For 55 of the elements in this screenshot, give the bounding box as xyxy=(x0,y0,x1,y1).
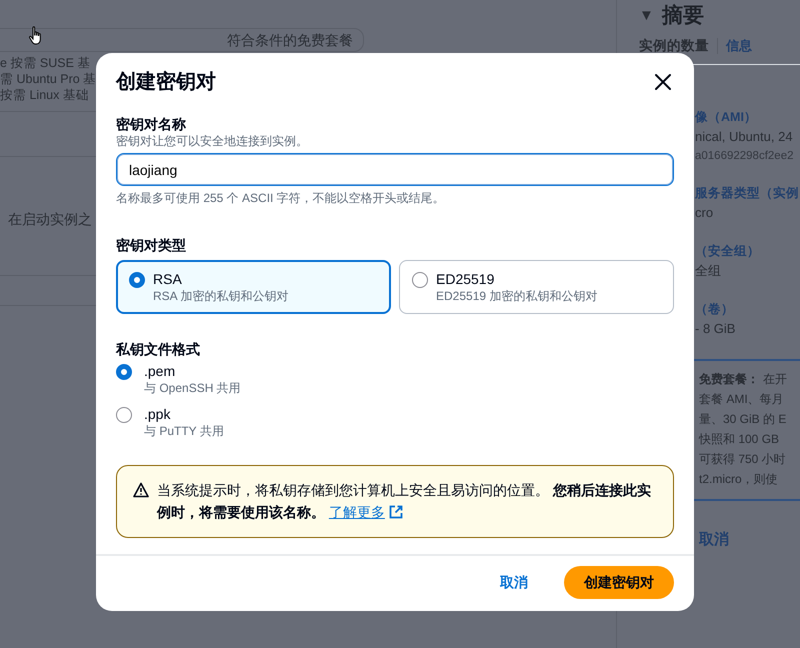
field-label: 密钥对名称 xyxy=(116,115,187,133)
key-name-input[interactable]: laojiang xyxy=(116,153,674,186)
summary-title: 摘要 xyxy=(662,2,704,29)
free-tier-text: 在开 xyxy=(763,372,787,386)
key-type-option[interactable]: RSA RSA 加密的私钥和公钥对 xyxy=(116,260,391,314)
summary-heading[interactable]: （卷） xyxy=(695,298,734,319)
cancel-button[interactable]: 取消 xyxy=(480,568,548,597)
external-link-icon xyxy=(388,505,403,519)
option-description: ED25519 加密的私钥和公钥对 xyxy=(436,288,598,304)
free-tier-label: 免费套餐： xyxy=(699,372,759,386)
radio-button[interactable] xyxy=(116,364,132,380)
group-label: 私钥文件格式 xyxy=(116,340,201,358)
learn-more-link[interactable]: 了解更多 xyxy=(328,504,403,520)
free-tier-text: 可获得 750 小时 xyxy=(699,452,786,466)
summary-heading[interactable]: 服务器类型（实例 xyxy=(695,182,799,203)
summary-heading[interactable]: 像（AMI） xyxy=(695,106,757,127)
collapse-toggle[interactable]: ▼ xyxy=(639,4,654,27)
key-type-option[interactable]: ED25519 ED25519 加密的私钥和公钥对 xyxy=(399,260,674,314)
summary-value: - 8 GiB xyxy=(695,320,736,338)
radio-button[interactable] xyxy=(116,407,132,423)
summary-value: cro xyxy=(695,204,714,222)
option-label: ED25519 xyxy=(436,270,496,288)
warning-text: 当系统提示时，将私钥存储到您计算机上安全且易访问的位置。 您稍后连接此实例时，将需要使用该名称。 了解更多 xyxy=(157,481,652,522)
option-description: 与 OpenSSH 共用 xyxy=(144,380,241,396)
cancel-link[interactable]: 取消 xyxy=(699,528,729,552)
option-label: .ppk xyxy=(144,405,172,423)
count-label: 实例的数量 xyxy=(639,36,709,54)
free-tier-text: 套餐 AMI、每月 xyxy=(699,392,784,406)
filter-field[interactable]: 符合条件的免费套餐 xyxy=(0,28,364,52)
option-description: RSA 加密的私钥和公钥对 xyxy=(153,288,288,304)
summary-value: nical, Ubuntu, 24 xyxy=(695,128,793,146)
field-hint: 名称最多可使用 255 个 ASCII 字符，不能以空格开头或结尾。 xyxy=(116,190,446,206)
option-description: 与 PuTTY 共用 xyxy=(144,423,224,439)
free-tier-text: t2.micro，则使 xyxy=(699,472,778,486)
pricing-text: e 按需 SUSE 基 xyxy=(0,55,90,71)
radio-button[interactable] xyxy=(129,272,145,288)
notice-text: 在启动实例之 xyxy=(7,210,92,229)
summary-value: 全组 xyxy=(695,262,721,280)
option-label: RSA xyxy=(153,270,183,288)
option-label: .pem xyxy=(144,362,176,380)
pricing-text: 按需 Linux 基础 xyxy=(0,87,89,103)
field-description: 密钥对让您可以安全地连接到实例。 xyxy=(116,133,309,149)
pricing-text: 需 Ubuntu Pro 基 xyxy=(0,71,96,87)
info-link[interactable]: 信息 xyxy=(726,36,752,56)
warning-icon xyxy=(133,482,149,498)
free-tier-text: 快照和 100 GB xyxy=(699,432,780,446)
close-button[interactable] xyxy=(652,71,674,93)
radio-button[interactable] xyxy=(412,272,428,288)
create-key-pair-button[interactable]: 创建密钥对 xyxy=(564,566,674,599)
hand-cursor-icon xyxy=(28,26,44,46)
group-label: 密钥对类型 xyxy=(116,236,187,254)
summary-detail: a016692298cf2ee2 xyxy=(695,148,794,164)
dialog-title: 创建密钥对 xyxy=(116,70,216,95)
summary-heading[interactable]: （安全组） xyxy=(695,240,760,261)
free-tier-text: 量、30 GiB 的 E xyxy=(699,412,786,426)
